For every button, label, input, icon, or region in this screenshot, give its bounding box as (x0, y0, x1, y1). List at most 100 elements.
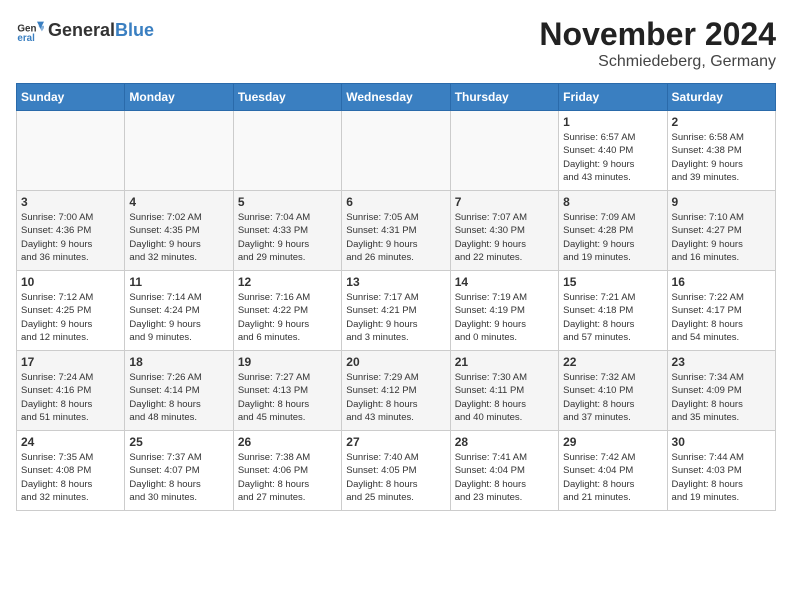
day-info: Sunrise: 7:41 AM Sunset: 4:04 PM Dayligh… (455, 451, 554, 504)
calendar-cell (450, 111, 558, 191)
day-number: 17 (21, 355, 120, 369)
calendar-cell: 22 Sunrise: 7:32 AM Sunset: 4:10 PM Dayli… (559, 351, 667, 431)
day-info: Sunrise: 7:10 AM Sunset: 4:27 PM Dayligh… (672, 211, 771, 264)
calendar-cell (233, 111, 341, 191)
calendar-cell: 27Sunrise: 7:40 AM Sunset: 4:05 PM Dayli… (342, 431, 450, 511)
calendar-week-3: 10 Sunrise: 7:12 AM Sunset: 4:25 PM Dayli… (17, 271, 776, 351)
calendar-cell: 30Sunrise: 7:44 AM Sunset: 4:03 PM Dayli… (667, 431, 775, 511)
header-wednesday: Wednesday (342, 84, 450, 111)
day-info: Sunrise: 7:30 AM Sunset: 4:11 PM Dayligh… (455, 371, 554, 424)
calendar-cell (17, 111, 125, 191)
calendar-cell: 7Sunrise: 7:07 AM Sunset: 4:30 PM Daylig… (450, 191, 558, 271)
header-tuesday: Tuesday (233, 84, 341, 111)
calendar-cell: 10 Sunrise: 7:12 AM Sunset: 4:25 PM Dayli… (17, 271, 125, 351)
day-info: Sunrise: 7:17 AM Sunset: 4:21 PM Dayligh… (346, 291, 445, 344)
day-info: Sunrise: 7:09 AM Sunset: 4:28 PM Dayligh… (563, 211, 662, 264)
day-number: 20 (346, 355, 445, 369)
day-number: 11 (129, 275, 228, 289)
day-info: Sunrise: 7:02 AM Sunset: 4:35 PM Dayligh… (129, 211, 228, 264)
day-number: 26 (238, 435, 337, 449)
day-info: Sunrise: 7:35 AM Sunset: 4:08 PM Dayligh… (21, 451, 120, 504)
day-info: Sunrise: 7:26 AM Sunset: 4:14 PM Dayligh… (129, 371, 228, 424)
calendar-cell (342, 111, 450, 191)
day-info: Sunrise: 7:24 AM Sunset: 4:16 PM Dayligh… (21, 371, 120, 424)
day-info: Sunrise: 7:04 AM Sunset: 4:33 PM Dayligh… (238, 211, 337, 264)
calendar-table: SundayMondayTuesdayWednesdayThursdayFrid… (16, 83, 776, 511)
day-number: 18 (129, 355, 228, 369)
calendar-cell: 13 Sunrise: 7:17 AM Sunset: 4:21 PM Dayli… (342, 271, 450, 351)
calendar-cell: 8Sunrise: 7:09 AM Sunset: 4:28 PM Daylig… (559, 191, 667, 271)
calendar-cell: 12 Sunrise: 7:16 AM Sunset: 4:22 PM Dayli… (233, 271, 341, 351)
calendar-cell: 23Sunrise: 7:34 AM Sunset: 4:09 PM Dayli… (667, 351, 775, 431)
day-number: 23 (672, 355, 771, 369)
logo-text-blue: Blue (115, 20, 154, 40)
day-number: 10 (21, 275, 120, 289)
calendar-header-row: SundayMondayTuesdayWednesdayThursdayFrid… (17, 84, 776, 111)
day-info: Sunrise: 7:12 AM Sunset: 4:25 PM Dayligh… (21, 291, 120, 344)
day-number: 28 (455, 435, 554, 449)
day-info: Sunrise: 7:22 AM Sunset: 4:17 PM Dayligh… (672, 291, 771, 344)
day-info: Sunrise: 7:37 AM Sunset: 4:07 PM Dayligh… (129, 451, 228, 504)
calendar-cell: 6Sunrise: 7:05 AM Sunset: 4:31 PM Daylig… (342, 191, 450, 271)
day-info: Sunrise: 7:42 AM Sunset: 4:04 PM Dayligh… (563, 451, 662, 504)
calendar-cell: 25 Sunrise: 7:37 AM Sunset: 4:07 PM Dayli… (125, 431, 233, 511)
header-thursday: Thursday (450, 84, 558, 111)
day-info: Sunrise: 7:27 AM Sunset: 4:13 PM Dayligh… (238, 371, 337, 424)
calendar-week-2: 3Sunrise: 7:00 AM Sunset: 4:36 PM Daylig… (17, 191, 776, 271)
header-monday: Monday (125, 84, 233, 111)
calendar-cell: 11 Sunrise: 7:14 AM Sunset: 4:24 PM Dayli… (125, 271, 233, 351)
calendar-cell: 28 Sunrise: 7:41 AM Sunset: 4:04 PM Dayli… (450, 431, 558, 511)
day-number: 12 (238, 275, 337, 289)
day-number: 21 (455, 355, 554, 369)
calendar-cell: 24 Sunrise: 7:35 AM Sunset: 4:08 PM Dayli… (17, 431, 125, 511)
day-info: Sunrise: 6:58 AM Sunset: 4:38 PM Dayligh… (672, 131, 771, 184)
calendar-cell (125, 111, 233, 191)
day-number: 14 (455, 275, 554, 289)
day-info: Sunrise: 7:40 AM Sunset: 4:05 PM Dayligh… (346, 451, 445, 504)
day-number: 19 (238, 355, 337, 369)
day-number: 4 (129, 195, 228, 209)
day-number: 13 (346, 275, 445, 289)
day-number: 16 (672, 275, 771, 289)
calendar-cell: 14 Sunrise: 7:19 AM Sunset: 4:19 PM Dayli… (450, 271, 558, 351)
location-title: Schmiedeberg, Germany (539, 53, 776, 71)
day-number: 29 (563, 435, 662, 449)
day-number: 22 (563, 355, 662, 369)
day-number: 15 (563, 275, 662, 289)
logo-icon: Gen eral (16, 16, 44, 44)
calendar-week-4: 17 Sunrise: 7:24 AM Sunset: 4:16 PM Dayli… (17, 351, 776, 431)
calendar-cell: 26 Sunrise: 7:38 AM Sunset: 4:06 PM Dayli… (233, 431, 341, 511)
day-info: Sunrise: 7:32 AM Sunset: 4:10 PM Dayligh… (563, 371, 662, 424)
calendar-cell: 16 Sunrise: 7:22 AM Sunset: 4:17 PM Dayli… (667, 271, 775, 351)
day-info: Sunrise: 6:57 AM Sunset: 4:40 PM Dayligh… (563, 131, 662, 184)
logo: Gen eral GeneralBlue (16, 16, 154, 44)
calendar-cell: 1 Sunrise: 6:57 AM Sunset: 4:40 PM Daylig… (559, 111, 667, 191)
svg-text:eral: eral (17, 33, 35, 44)
calendar-cell: 17 Sunrise: 7:24 AM Sunset: 4:16 PM Dayli… (17, 351, 125, 431)
day-number: 9 (672, 195, 771, 209)
day-info: Sunrise: 7:21 AM Sunset: 4:18 PM Dayligh… (563, 291, 662, 344)
day-number: 5 (238, 195, 337, 209)
header-saturday: Saturday (667, 84, 775, 111)
day-info: Sunrise: 7:38 AM Sunset: 4:06 PM Dayligh… (238, 451, 337, 504)
day-number: 24 (21, 435, 120, 449)
day-info: Sunrise: 7:16 AM Sunset: 4:22 PM Dayligh… (238, 291, 337, 344)
calendar-cell: 21 Sunrise: 7:30 AM Sunset: 4:11 PM Dayli… (450, 351, 558, 431)
day-info: Sunrise: 7:14 AM Sunset: 4:24 PM Dayligh… (129, 291, 228, 344)
calendar-cell: 4 Sunrise: 7:02 AM Sunset: 4:35 PM Daylig… (125, 191, 233, 271)
calendar-week-5: 24 Sunrise: 7:35 AM Sunset: 4:08 PM Dayli… (17, 431, 776, 511)
calendar-cell: 5 Sunrise: 7:04 AM Sunset: 4:33 PM Daylig… (233, 191, 341, 271)
day-info: Sunrise: 7:00 AM Sunset: 4:36 PM Dayligh… (21, 211, 120, 264)
calendar-cell: 29 Sunrise: 7:42 AM Sunset: 4:04 PM Dayli… (559, 431, 667, 511)
day-number: 25 (129, 435, 228, 449)
header-sunday: Sunday (17, 84, 125, 111)
calendar-cell: 9 Sunrise: 7:10 AM Sunset: 4:27 PM Daylig… (667, 191, 775, 271)
page-header: Gen eral GeneralBlue November 2024 Schmi… (16, 16, 776, 71)
calendar-cell: 15 Sunrise: 7:21 AM Sunset: 4:18 PM Dayli… (559, 271, 667, 351)
day-number: 1 (563, 115, 662, 129)
day-number: 7 (455, 195, 554, 209)
day-info: Sunrise: 7:19 AM Sunset: 4:19 PM Dayligh… (455, 291, 554, 344)
calendar-cell: 20Sunrise: 7:29 AM Sunset: 4:12 PM Dayli… (342, 351, 450, 431)
calendar-cell: 18 Sunrise: 7:26 AM Sunset: 4:14 PM Dayli… (125, 351, 233, 431)
day-info: Sunrise: 7:44 AM Sunset: 4:03 PM Dayligh… (672, 451, 771, 504)
